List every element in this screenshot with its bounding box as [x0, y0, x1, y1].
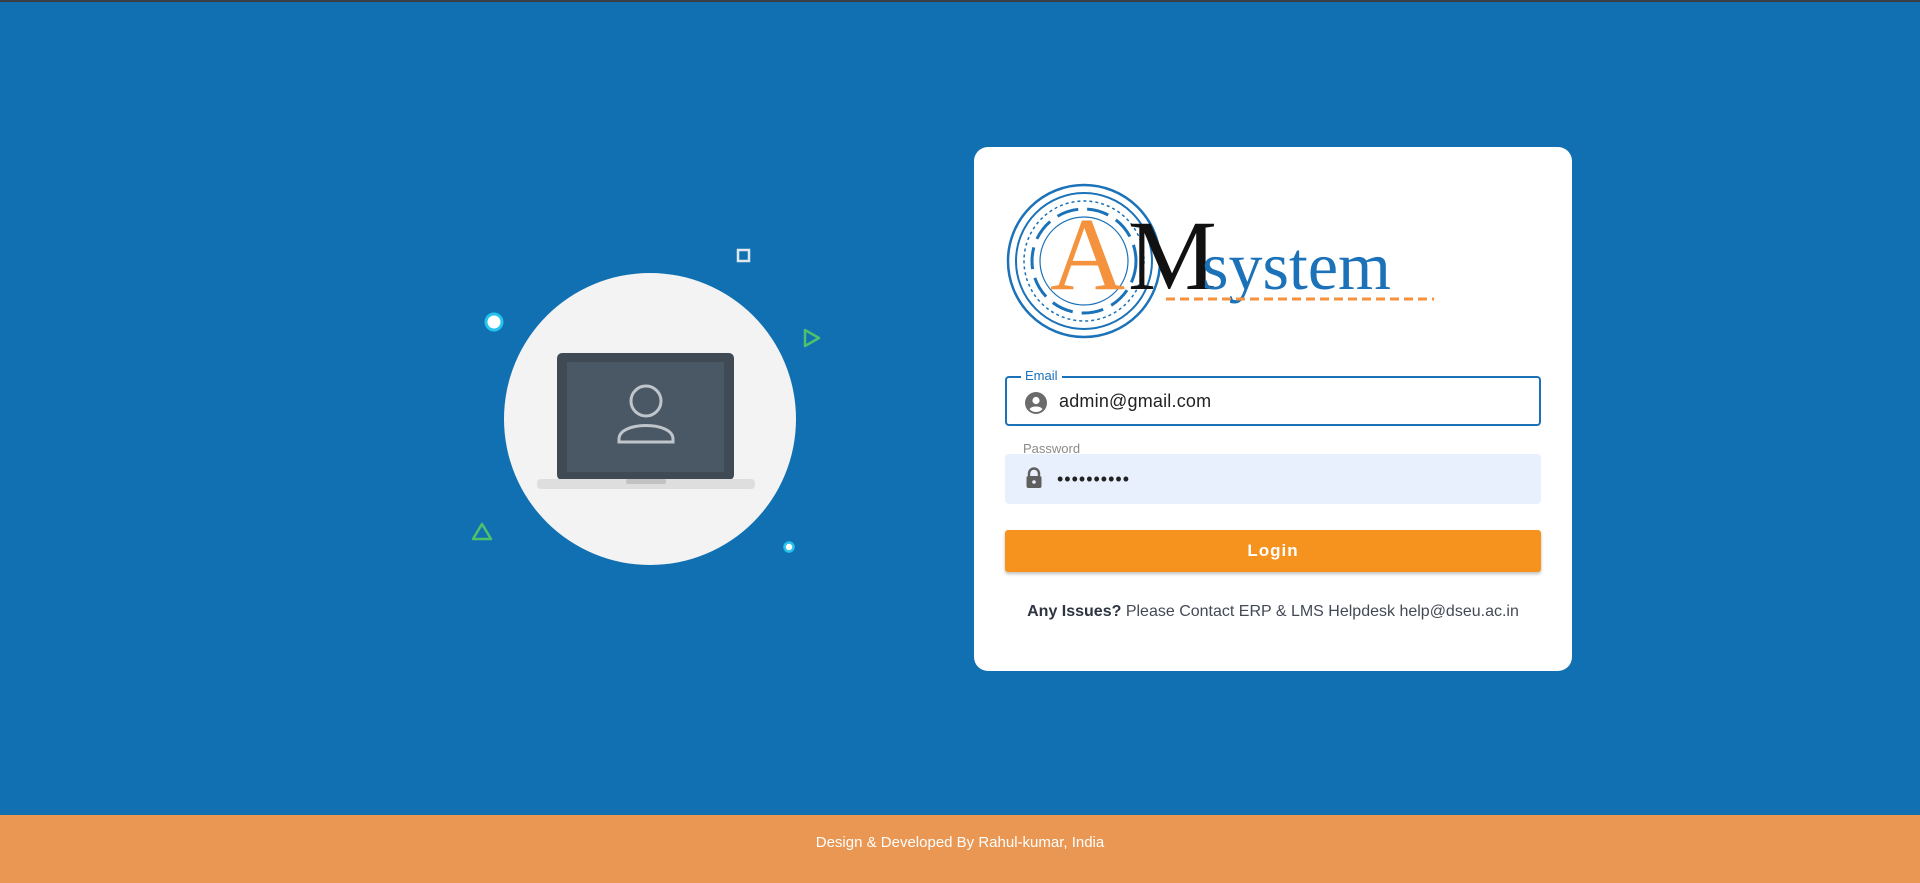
footer: Design & Developed By Rahul-kumar, India: [0, 815, 1920, 883]
password-input[interactable]: ••••••••••: [1057, 454, 1130, 504]
triangle-icon: [471, 522, 493, 541]
laptop-icon: [537, 353, 755, 489]
logo-letter-a: A: [1050, 197, 1125, 312]
amsystem-logo: A M system: [1006, 183, 1434, 339]
email-label: Email: [1021, 369, 1062, 383]
play-triangle-icon: [803, 328, 821, 348]
circle-icon: [484, 312, 504, 332]
login-illustration: [470, 240, 830, 580]
login-card: A M system Email admin@gmail.com Passwor…: [974, 147, 1572, 671]
email-field[interactable]: Email admin@gmail.com: [1005, 369, 1541, 426]
top-border: [0, 0, 1920, 2]
helpdesk-note: Any Issues? Please Contact ERP & LMS Hel…: [974, 603, 1572, 621]
square-icon: [736, 248, 751, 263]
logo-word: system: [1202, 228, 1391, 304]
account-circle-icon: [1025, 392, 1047, 414]
issues-heading: Any Issues?: [1027, 603, 1122, 620]
email-input[interactable]: admin@gmail.com: [1059, 378, 1211, 424]
footer-credit: Design & Developed By Rahul-kumar, India: [815, 834, 1105, 851]
lock-icon: [1026, 467, 1042, 488]
login-button[interactable]: Login: [1005, 530, 1541, 572]
password-field[interactable]: Password ••••••••••: [1005, 442, 1541, 504]
small-circle-icon: [783, 541, 795, 553]
helpdesk-contact: Please Contact ERP & LMS Helpdesk help@d…: [1121, 603, 1519, 620]
